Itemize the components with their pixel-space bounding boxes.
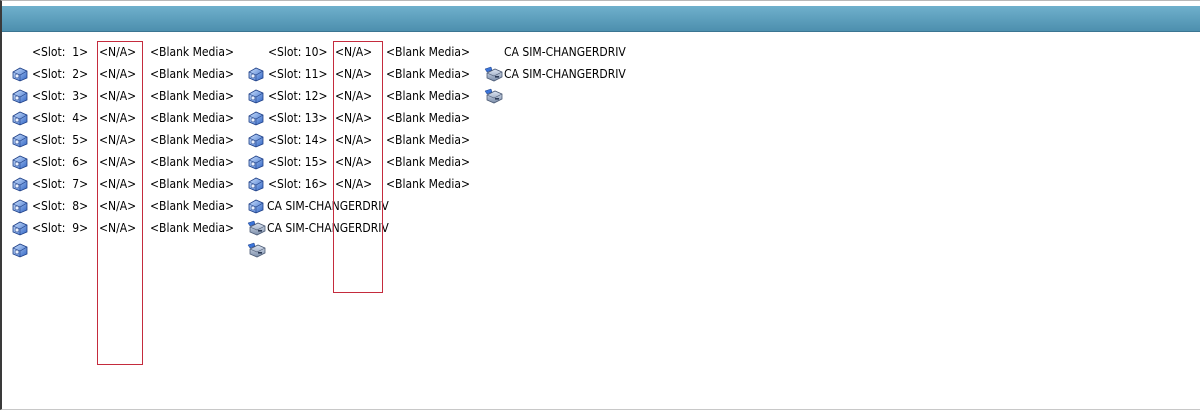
- slot-number: <Slot: 4>: [32, 111, 89, 125]
- slot-number: <Slot: 12>: [268, 89, 328, 103]
- slot-status: <N/A>: [99, 89, 137, 103]
- tape-cartridge-icon: [11, 131, 29, 170]
- slot-item[interactable]: <Slot: 8> <N/A> <Blank Media>: [11, 195, 243, 236]
- slot-status: <N/A>: [335, 67, 373, 81]
- media-label: <Blank Media>: [386, 89, 471, 103]
- slot-item[interactable]: <Slot: 12> <N/A> <Blank Media>: [247, 85, 479, 126]
- media-label: <Blank Media>: [386, 177, 471, 191]
- slot-status: <N/A>: [99, 221, 137, 235]
- tape-cartridge-icon: [247, 87, 265, 126]
- slot-item[interactable]: <Slot: 6> <N/A> <Blank Media>: [11, 151, 243, 192]
- media-label: <Blank Media>: [386, 155, 471, 169]
- media-label: <Blank Media>: [386, 133, 471, 147]
- media-label: <Blank Media>: [386, 45, 471, 59]
- tape-cartridge-icon: [11, 153, 29, 192]
- slot-number: <Slot: 2>: [32, 67, 89, 81]
- tape-drive-icon: [247, 219, 267, 258]
- slot-status: <N/A>: [335, 111, 373, 125]
- tape-cartridge-icon: [247, 109, 265, 148]
- media-label: <Blank Media>: [150, 67, 235, 81]
- slot-number: <Slot: 5>: [32, 133, 89, 147]
- slot-status: <N/A>: [335, 133, 373, 147]
- slot-item[interactable]: <Slot: 5> <N/A> <Blank Media>: [11, 129, 243, 170]
- media-label: <Blank Media>: [150, 177, 235, 191]
- slot-status: <N/A>: [99, 45, 137, 59]
- tape-cartridge-icon: [11, 219, 29, 258]
- tape-cartridge-icon: [11, 109, 29, 148]
- media-label: <Blank Media>: [150, 133, 235, 147]
- slot-status: <N/A>: [335, 155, 373, 169]
- slot-number: <Slot: 8>: [32, 199, 89, 213]
- tape-cartridge-icon: [11, 65, 29, 104]
- drive-label: CA SIM-CHANGERDRIV: [504, 67, 626, 81]
- slot-number: <Slot: 9>: [32, 221, 89, 235]
- drive-label: CA SIM-CHANGERDRIV: [267, 221, 389, 235]
- slot-item[interactable]: <Slot: 9> <N/A> <Blank Media>: [11, 217, 243, 258]
- drive-item[interactable]: CA SIM-CHANGERDRIV: [484, 41, 654, 82]
- slot-number: <Slot: 14>: [268, 133, 328, 147]
- slot-number: <Slot: 16>: [268, 177, 328, 191]
- slot-status: <N/A>: [99, 67, 137, 81]
- current-filter-bar: Current Filter (Default): Do not show em…: [2, 6, 1200, 51]
- slot-status: <N/A>: [99, 111, 137, 125]
- media-label: <Blank Media>: [150, 89, 235, 103]
- slot-number: <Slot: 10>: [268, 45, 328, 59]
- tape-cartridge-icon: [247, 65, 265, 104]
- media-label: <Blank Media>: [150, 111, 235, 125]
- tape-cartridge-icon: [11, 87, 29, 126]
- media-label: <Blank Media>: [386, 111, 471, 125]
- slot-item[interactable]: <Slot: 2> <N/A> <Blank Media>: [11, 63, 243, 104]
- slot-number: <Slot: 1>: [32, 45, 89, 59]
- tape-drive-icon: [484, 65, 504, 104]
- media-label: <Blank Media>: [386, 67, 471, 81]
- slot-item[interactable]: <Slot: 11> <N/A> <Blank Media>: [247, 63, 479, 104]
- slot-item[interactable]: <Slot: 14> <N/A> <Blank Media>: [247, 129, 479, 170]
- tape-cartridge-icon: [247, 43, 265, 82]
- slot-status: <N/A>: [99, 155, 137, 169]
- slot-status: <N/A>: [99, 199, 137, 213]
- drive-label: CA SIM-CHANGERDRIV: [504, 45, 626, 59]
- slot-number: <Slot: 7>: [32, 177, 89, 191]
- media-label: <Blank Media>: [150, 199, 235, 213]
- slot-item[interactable]: <Slot: 4> <N/A> <Blank Media>: [11, 107, 243, 148]
- drive-label: CA SIM-CHANGERDRIV: [267, 199, 389, 213]
- slot-item[interactable]: <Slot: 7> <N/A> <Blank Media>: [11, 173, 243, 214]
- media-label: <Blank Media>: [150, 221, 235, 235]
- slot-status: <N/A>: [99, 177, 137, 191]
- tape-cartridge-icon: [247, 175, 265, 214]
- slot-item[interactable]: <Slot: 13> <N/A> <Blank Media>: [247, 107, 479, 148]
- tape-cartridge-icon: [11, 43, 29, 82]
- slot-number: <Slot: 6>: [32, 155, 89, 169]
- slot-item[interactable]: <Slot: 16> <N/A> <Blank Media>: [247, 173, 479, 214]
- tape-cartridge-icon: [247, 131, 265, 170]
- slot-number: <Slot: 11>: [268, 67, 328, 81]
- tape-cartridge-icon: [11, 175, 29, 214]
- drive-item[interactable]: CA SIM-CHANGERDRIV: [247, 217, 417, 258]
- slot-item[interactable]: <Slot: 3> <N/A> <Blank Media>: [11, 85, 243, 126]
- slot-status: <N/A>: [335, 177, 373, 191]
- tape-cartridge-icon: [247, 153, 265, 192]
- slot-number: <Slot: 3>: [32, 89, 89, 103]
- slot-number: <Slot: 13>: [268, 111, 328, 125]
- slot-status: <N/A>: [335, 45, 373, 59]
- slot-item[interactable]: <Slot: 10> <N/A> <Blank Media>: [247, 41, 479, 82]
- media-label: <Blank Media>: [150, 155, 235, 169]
- slot-status: <N/A>: [335, 89, 373, 103]
- tape-drive-icon: [484, 43, 504, 82]
- slot-number: <Slot: 15>: [268, 155, 328, 169]
- slot-status: <N/A>: [99, 133, 137, 147]
- tape-drive-icon: [247, 197, 267, 236]
- drive-item[interactable]: CA SIM-CHANGERDRIV: [247, 195, 417, 236]
- drive-item[interactable]: CA SIM-CHANGERDRIV: [484, 63, 654, 104]
- media-label: <Blank Media>: [150, 45, 235, 59]
- tape-cartridge-icon: [11, 197, 29, 236]
- library-view-panel: Current Filter (Default): Do not show em…: [0, 0, 1200, 410]
- slot-item[interactable]: <Slot: 15> <N/A> <Blank Media>: [247, 151, 479, 192]
- slot-item[interactable]: <Slot: 1> <N/A> <Blank Media>: [11, 41, 243, 82]
